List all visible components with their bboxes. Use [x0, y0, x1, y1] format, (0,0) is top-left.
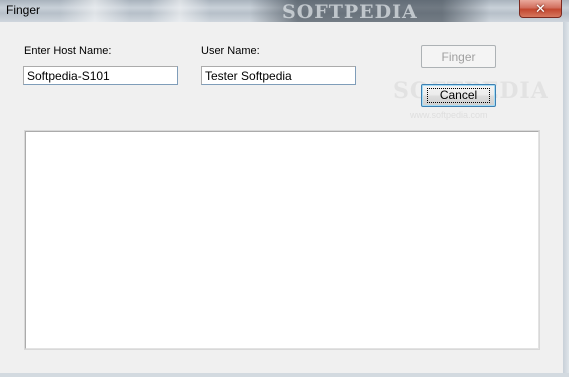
title-bar-highlight	[150, 0, 210, 22]
cancel-button-label: Cancel	[426, 88, 491, 103]
window-frame-bottom	[0, 373, 569, 377]
title-bar-highlight	[60, 0, 130, 22]
close-button[interactable]: ✕	[519, 0, 562, 18]
close-icon: ✕	[535, 1, 546, 16]
user-name-label: User Name:	[201, 45, 260, 57]
user-name-input[interactable]: Tester Softpedia	[201, 66, 356, 85]
client-area: SOFTPEDIA www.softpedia.com Enter Host N…	[0, 22, 564, 373]
window-frame-right	[563, 22, 569, 377]
finger-window: SOFTPEDIA Finger ✕ SOFTPEDIA www.softped…	[0, 0, 569, 377]
title-watermark: SOFTPEDIA	[282, 1, 418, 22]
window-title: Finger	[6, 3, 41, 17]
title-bar[interactable]: SOFTPEDIA Finger ✕	[0, 0, 569, 22]
background-watermark-url: www.softpedia.com	[410, 110, 488, 120]
host-name-input[interactable]: Softpedia-S101	[23, 66, 178, 85]
host-name-label: Enter Host Name:	[24, 45, 112, 57]
finger-button[interactable]: Finger	[421, 45, 496, 68]
output-textarea[interactable]	[24, 130, 540, 350]
cancel-button[interactable]: Cancel	[421, 84, 496, 107]
